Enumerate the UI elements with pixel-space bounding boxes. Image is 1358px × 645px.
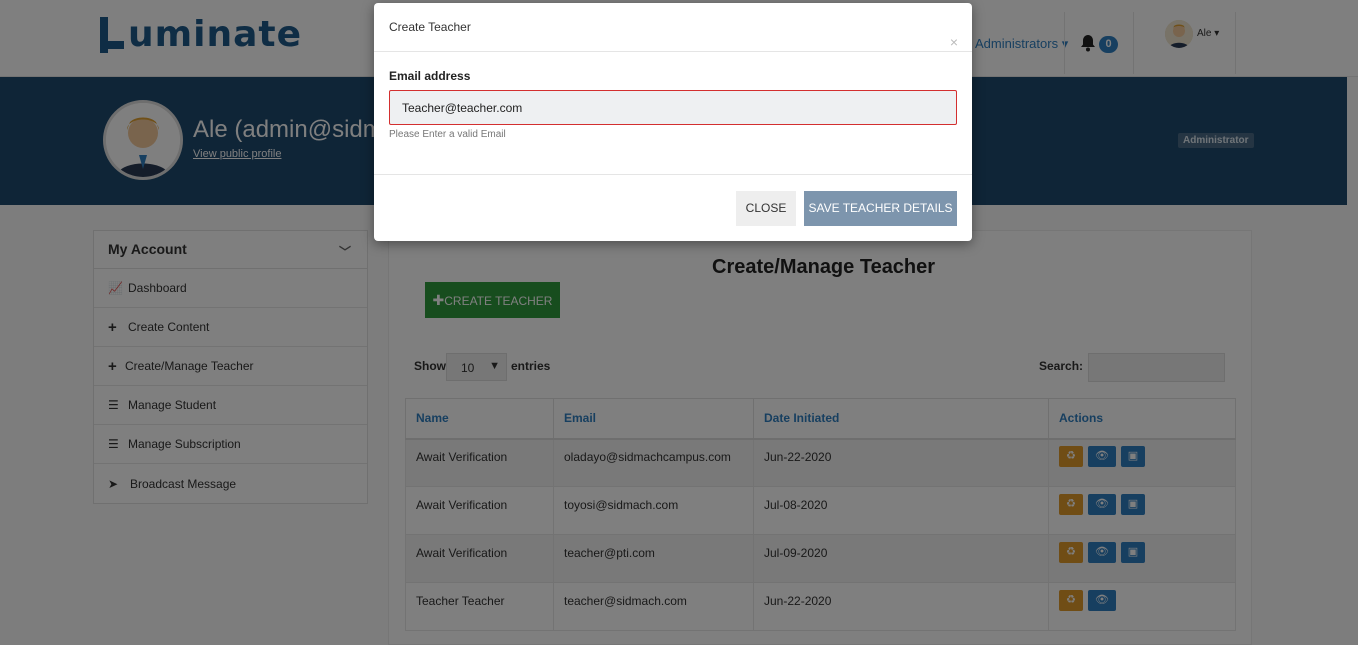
email-label: Email address [389, 69, 471, 83]
create-teacher-modal: Create Teacher × Email address Please En… [374, 3, 972, 241]
modal-footer: CLOSE SAVE TEACHER DETAILS [374, 174, 972, 241]
save-teacher-details-button[interactable]: SAVE TEACHER DETAILS [804, 191, 957, 226]
email-field[interactable] [389, 90, 957, 125]
email-error-text: Please Enter a valid Email [389, 129, 506, 140]
close-button[interactable]: CLOSE [736, 191, 796, 226]
close-icon[interactable]: × [950, 34, 958, 50]
modal-title: Create Teacher [389, 20, 471, 34]
modal-header: Create Teacher × [374, 3, 972, 52]
